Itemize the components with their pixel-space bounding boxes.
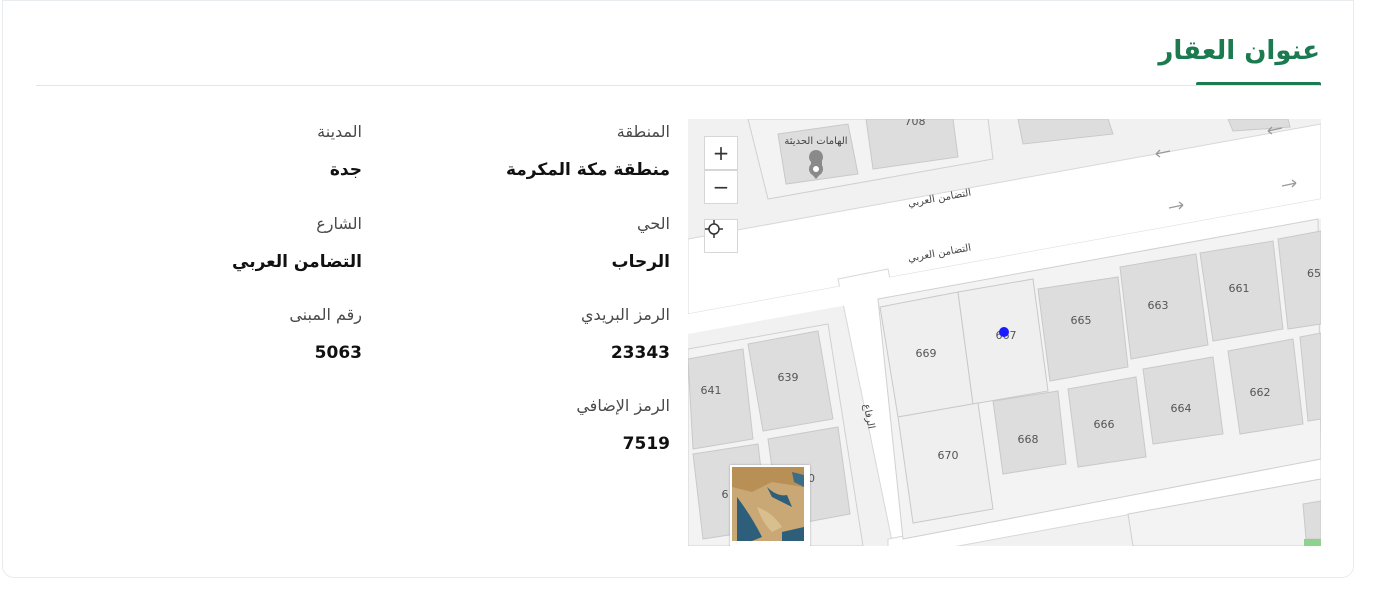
building-number-field: رقم المبنى [289, 305, 362, 324]
parcel-label: 662 [1250, 386, 1271, 399]
location-marker [999, 327, 1009, 337]
zoom-out-button[interactable]: − [704, 170, 738, 204]
postal-code-value-wrap: 23343 [611, 343, 670, 363]
parcel-label: 664 [1171, 402, 1192, 415]
parcel-label: 670 [938, 449, 959, 462]
building-number-value-wrap: 5063 [315, 343, 362, 363]
parcel-label: 639 [778, 371, 799, 384]
header-divider [36, 85, 1320, 86]
additional-code-value-wrap: 7519 [623, 434, 670, 454]
parcel-label: 6 [722, 488, 729, 501]
street-value-wrap: التضامن العربي [232, 252, 362, 272]
parcel-label: 666 [1094, 418, 1115, 431]
district-value: الرحاب [611, 252, 670, 272]
district-field: الحي [637, 214, 670, 233]
satellite-layer-toggle[interactable] [730, 465, 810, 546]
region-value: منطقة مكة المكرمة [505, 160, 670, 180]
street-label: الشارع [316, 214, 362, 233]
parcel-label: 669 [916, 347, 937, 360]
postal-code-field: الرمز البريدي [581, 305, 670, 324]
postal-code-value: 23343 [610, 343, 670, 363]
building-number-value: 5063 [314, 343, 362, 363]
locate-button[interactable] [704, 219, 738, 253]
zoom-in-button[interactable]: + [704, 136, 738, 170]
parcel-label: 661 [1229, 282, 1250, 295]
additional-code-label: الرمز الإضافي [576, 396, 670, 415]
city-value: جدة [329, 160, 362, 180]
parcel-label: 668 [1018, 433, 1039, 446]
poi-name: الهامات الحديثة [784, 136, 847, 147]
crosshair-icon [705, 220, 723, 238]
building-number-label: رقم المبنى [289, 305, 362, 324]
satellite-thumbnail-icon [732, 467, 804, 541]
region-value-wrap: منطقة مكة المكرمة [506, 160, 670, 180]
city-value-wrap: جدة [330, 160, 362, 180]
street-field: الشارع [316, 214, 362, 233]
district-label: الحي [637, 214, 670, 233]
additional-code-value: 7519 [622, 434, 670, 454]
parcel-label: 641 [701, 384, 722, 397]
street-value: التضامن العربي [232, 252, 362, 272]
region-field: المنطقة [617, 122, 670, 141]
parcel-label: 65 [1307, 267, 1321, 280]
section-title: عنوان العقار [1158, 36, 1320, 66]
parcel-label: 665 [1071, 314, 1092, 327]
city-label: المدينة [317, 122, 362, 141]
city-field: المدينة [317, 122, 362, 141]
parcel-label: 663 [1148, 299, 1169, 312]
map-view[interactable]: 669 667 665 663 661 65 639 641 670 668 6… [688, 119, 1321, 546]
district-value-wrap: الرحاب [611, 252, 670, 272]
parcel-label: 708 [905, 119, 926, 128]
postal-code-label: الرمز البريدي [581, 305, 670, 324]
additional-code-field: الرمز الإضافي [576, 396, 670, 415]
region-label: المنطقة [616, 122, 670, 141]
